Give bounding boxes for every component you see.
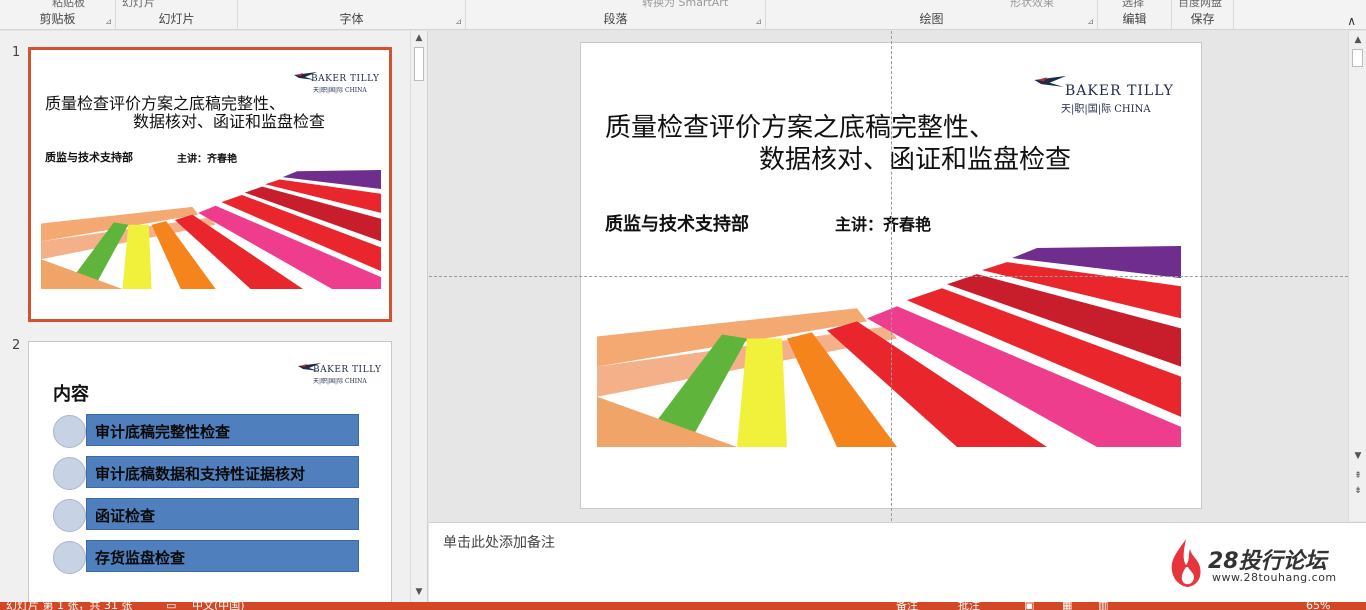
scroll-down-icon[interactable]: ▼ (1350, 451, 1366, 461)
status-bar: 幻灯片 第 1 张，共 31 张 ▭ 中文(中国) 备注 批注 ▣ ▦ ▥ 65… (0, 602, 1366, 610)
department-label: 质监与技术支持部 (45, 151, 133, 164)
ribbon-cut-text: 转换为 SmartArt (642, 0, 729, 9)
ribbon-group-label: 剪贴板 (39, 12, 76, 26)
powerpoint-window: 粘贴板 剪贴板 ⊿ 幻灯片 幻灯片 字体 ⊿ 转换为 SmartArt 段落 ⊿… (0, 0, 1366, 610)
collapse-ribbon-icon[interactable]: ∧ (1347, 14, 1356, 28)
thumbnail-number: 1 (12, 45, 21, 60)
ribbon-cut-text: 形状效果 (1010, 0, 1054, 9)
thumbnail-scrollbar[interactable]: ▲ ▼ (410, 31, 427, 602)
spellcheck-icon[interactable]: ▭ (166, 602, 176, 610)
ribbon-group-label: 绘图 (919, 12, 944, 26)
watermark-logo: 28投行论坛 www.28touhang.com (1168, 537, 1338, 589)
notes-pane[interactable]: 单击此处添加备注 28投行论坛 www.28touhang.com (429, 522, 1366, 602)
dialog-launcher-icon[interactable]: ⊿ (105, 17, 112, 26)
slide-thumbnail-1[interactable]: BAKER TILLY 天|职|国|际 CHINA 质量检查评价方案之底稿完整性… (28, 47, 392, 322)
slide-title-line2[interactable]: 数据核对、函证和监盘检查 (759, 139, 1071, 176)
ribbon-group-label: 字体 (339, 12, 364, 26)
toc-bar: 存货监盘检查 (86, 540, 359, 572)
scrollbar-thumb[interactable] (414, 47, 424, 81)
dialog-launcher-icon[interactable]: ⊿ (1087, 17, 1094, 26)
ribbon-cut-text: 选择 (1122, 0, 1144, 9)
toc-bar: 审计底稿数据和支持性证据核对 (86, 456, 359, 488)
slide-scrollbar[interactable]: ▲ ▼ ⇞ ⇟ (1348, 31, 1366, 521)
slide-thumbnail-pane: 1 BAKER TILLY 天|职|国|际 CHINA 质量检查评价方案之底稿完… (0, 31, 428, 602)
dialog-launcher-icon[interactable]: ⊿ (455, 17, 462, 26)
bullet-circle-icon (53, 457, 86, 490)
toc-item-label: 函证检查 (95, 507, 156, 525)
pencils-image (41, 170, 381, 289)
logo-subtitle: 天|职|国|际 CHINA (1061, 104, 1151, 115)
slide-editing-area: BAKER TILLY 天|职|国|际 CHINA 质量检查评价方案之底稿完整性… (429, 31, 1348, 521)
toc-item-label: 审计底稿数据和支持性证据核对 (95, 465, 306, 483)
watermark-url: www.28touhang.com (1212, 571, 1337, 584)
ribbon-group-editing: 选择 编辑 (1098, 0, 1172, 30)
ribbon-cut-text: 粘贴板 (52, 0, 85, 9)
ribbon-group-slides: 幻灯片 幻灯片 (116, 0, 238, 30)
ribbon-group-label: 编辑 (1122, 12, 1147, 26)
flame-icon (1171, 539, 1201, 587)
logo-name: BAKER TILLY (311, 74, 380, 84)
next-slide-icon[interactable]: ⇟ (1350, 486, 1366, 496)
language-indicator[interactable]: 中文(中国) (192, 602, 245, 610)
speaker-label[interactable]: 主讲：齐春艳 (835, 211, 931, 235)
scroll-up-icon[interactable]: ▲ (411, 33, 427, 43)
baker-tilly-logo-icon (1034, 75, 1067, 87)
logo-name: BAKER TILLY (313, 365, 382, 375)
slide-thumbnail-2[interactable]: BAKER TILLY 天|职|国|际 CHINA 内容 审计底稿完整性检查 审… (28, 341, 392, 602)
ribbon: 粘贴板 剪贴板 ⊿ 幻灯片 幻灯片 字体 ⊿ 转换为 SmartArt 段落 ⊿… (0, 0, 1366, 30)
ribbon-cut-text: 幻灯片 (122, 0, 155, 9)
slide-heading: 内容 (53, 384, 89, 405)
bullet-circle-icon (53, 415, 86, 448)
ribbon-group-drawing: 形状效果 绘图 ⊿ (766, 0, 1098, 30)
notes-button[interactable]: 备注 (896, 602, 918, 610)
toc-bar: 审计底稿完整性检查 (86, 414, 359, 446)
slide-sorter-icon[interactable]: ▦ (1062, 602, 1072, 610)
horizontal-guide[interactable] (429, 276, 1348, 277)
thumbnail-number: 2 (12, 338, 21, 353)
ribbon-group-label: 幻灯片 (158, 12, 195, 26)
ribbon-cut-text: 百度网盘 (1178, 0, 1222, 9)
bullet-circle-icon (53, 499, 86, 532)
logo-subtitle: 天|职|国|际 CHINA (313, 87, 367, 94)
normal-view-icon[interactable]: ▣ (1024, 602, 1034, 610)
slide-counter: 幻灯片 第 1 张，共 31 张 (6, 602, 133, 610)
logo-subtitle: 天|职|国|际 CHINA (313, 378, 367, 385)
ribbon-group-save: 百度网盘 保存 (1172, 0, 1234, 30)
zoom-level[interactable]: 65% (1306, 602, 1330, 610)
department-label[interactable]: 质监与技术支持部 (605, 210, 749, 236)
toc-item-label: 存货监盘检查 (95, 549, 186, 567)
previous-slide-icon[interactable]: ⇞ (1350, 471, 1366, 481)
logo-name: BAKER TILLY (1065, 83, 1174, 99)
ribbon-group-label: 保存 (1190, 12, 1215, 26)
ribbon-group-clipboard: 粘贴板 剪贴板 ⊿ (0, 0, 116, 30)
scroll-down-icon[interactable]: ▼ (411, 587, 427, 597)
toc-bar: 函证检查 (86, 498, 359, 530)
reading-view-icon[interactable]: ▥ (1098, 602, 1108, 610)
comments-button[interactable]: 批注 (958, 602, 980, 610)
slide-title-line2: 数据核对、函证和监盘检查 (133, 112, 326, 131)
ribbon-group-paragraph: 转换为 SmartArt 段落 ⊿ (466, 0, 766, 30)
scrollbar-thumb[interactable] (1352, 49, 1363, 67)
speaker-label: 主讲：齐春艳 (177, 154, 237, 165)
ribbon-group-label: 段落 (603, 12, 628, 26)
dialog-launcher-icon[interactable]: ⊿ (755, 17, 762, 26)
bullet-circle-icon (53, 541, 86, 574)
scroll-up-icon[interactable]: ▲ (1350, 35, 1366, 45)
notes-placeholder[interactable]: 单击此处添加备注 (443, 532, 555, 552)
toc-item-label: 审计底稿完整性检查 (95, 423, 231, 441)
ribbon-group-font: 字体 ⊿ (238, 0, 466, 30)
